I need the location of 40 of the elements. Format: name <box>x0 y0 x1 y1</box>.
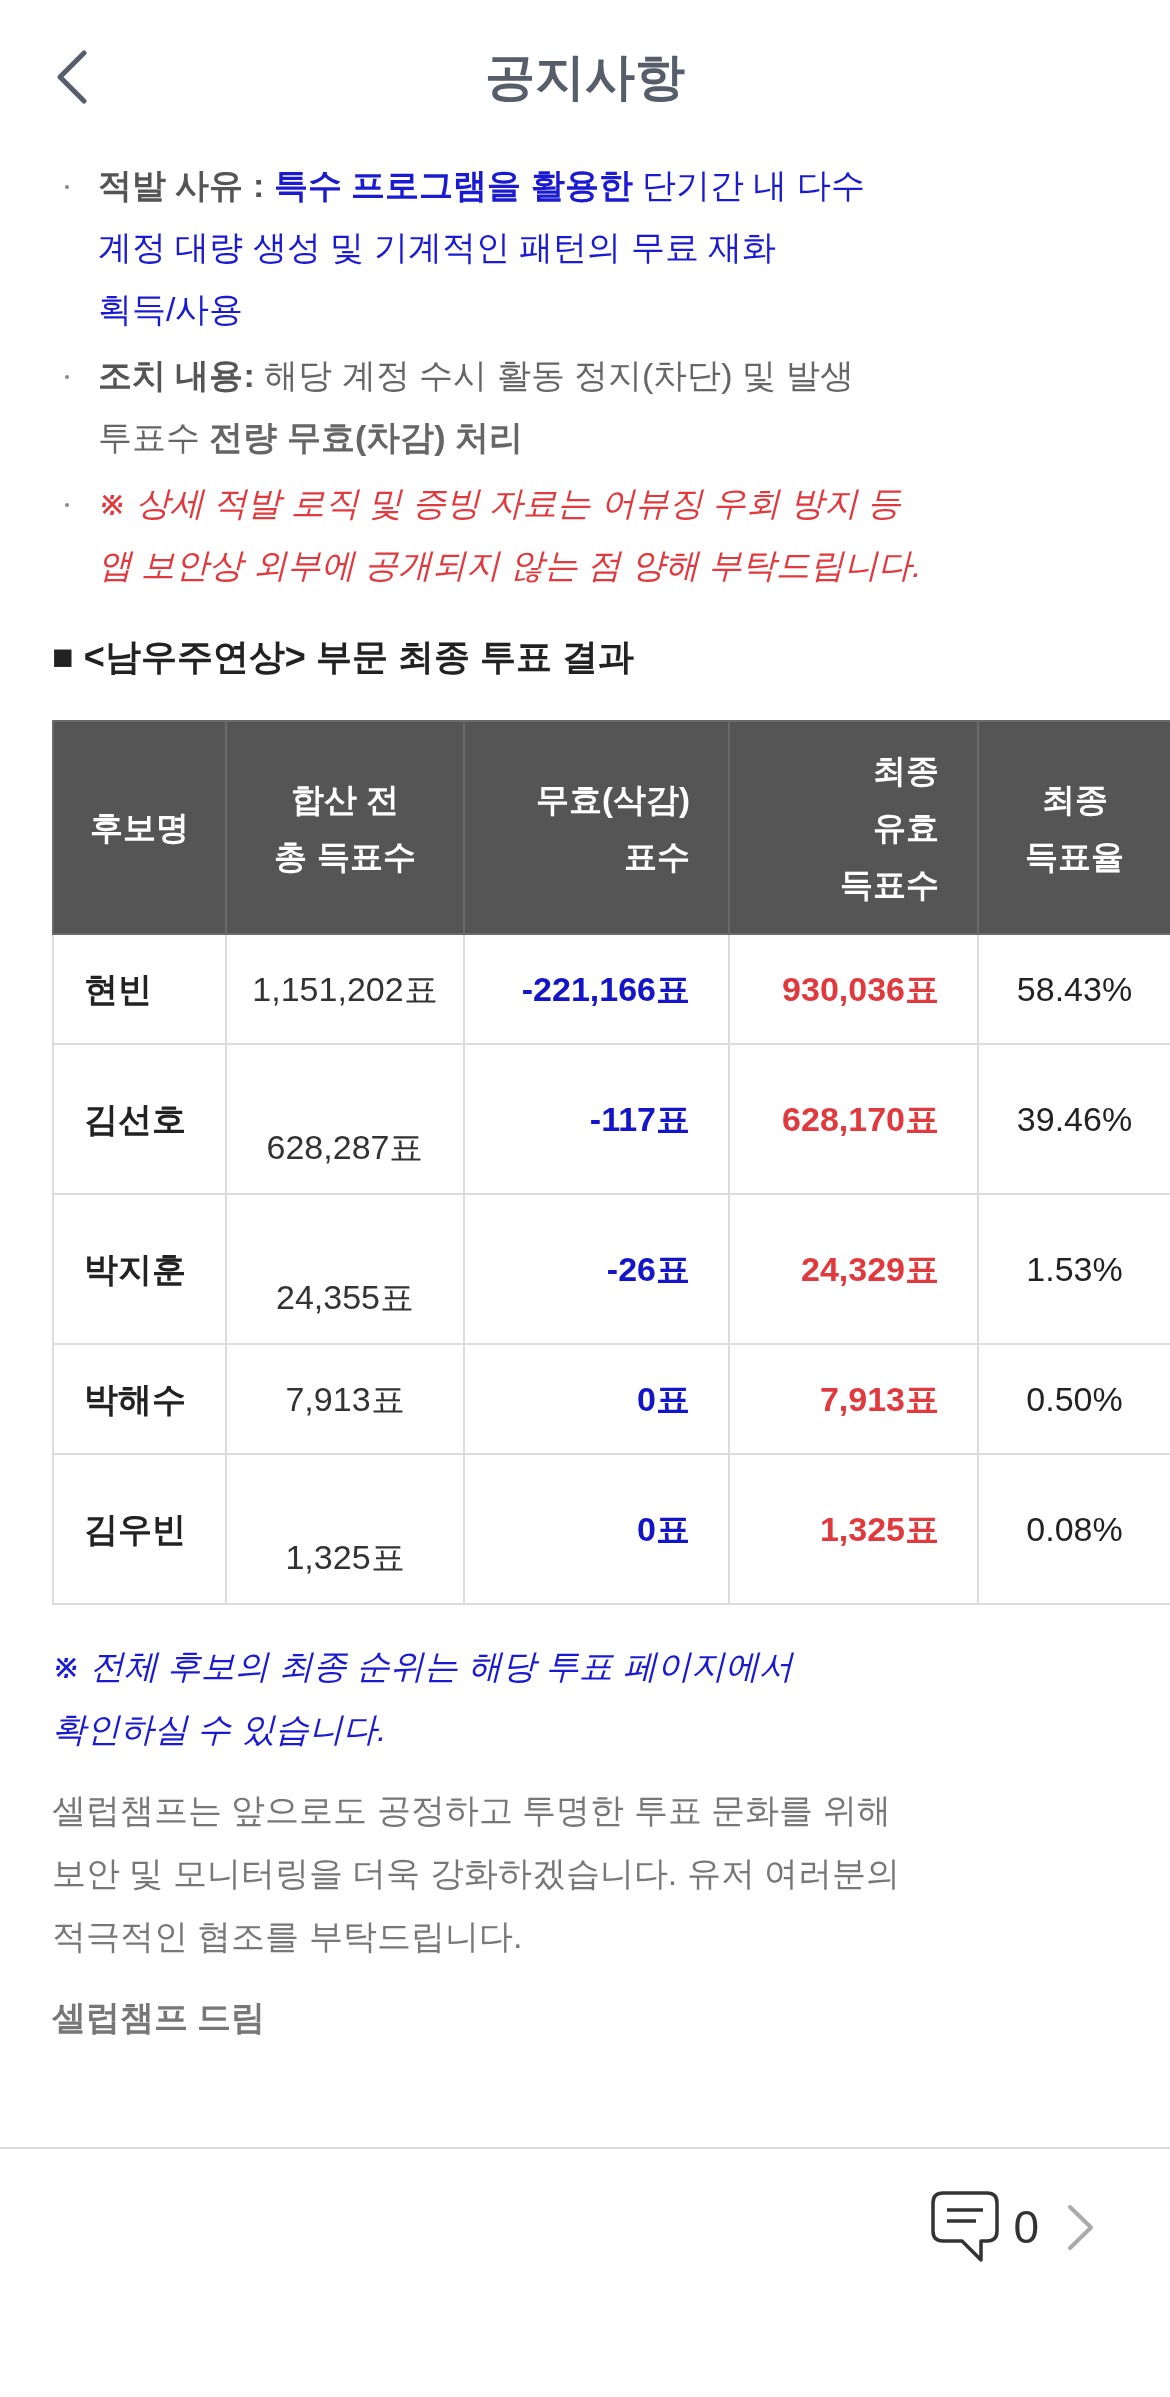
table-cell: -117표 <box>464 1044 729 1194</box>
bullet-icon <box>65 375 69 379</box>
notice-item: ※ 상세 적발 로직 및 증빙 자료는 어뷰징 우회 방지 등 앱 보안상 외부에 공개되지 않는 점 양해 부탁드립니다. <box>98 483 923 586</box>
notice-item: 적발 사유 : 특수 프로그램을 활용한 단기간 내 다수 계정 대량 생성 및 기계적인 패턴의 무료 재화 획득/사용 <box>98 165 866 330</box>
table-cell: 현빈 <box>53 934 226 1044</box>
table-cell: 박해수 <box>53 1344 226 1454</box>
column-header: 후보명 <box>53 721 226 934</box>
body-text: 셀럽챔프는 앞으로도 공정하고 투명한 투표 문화를 위해 보안 및 모니터링을 더욱 강화하겠습니다. 유저 여러분의 적극적인 협조를 부탁드립니다. <box>52 1790 902 1957</box>
table-cell: 박지훈 <box>53 1194 226 1344</box>
chevron-right-icon <box>1067 2203 1094 2251</box>
table-cell: 1,151,202표 <box>226 934 464 1044</box>
back-icon[interactable] <box>56 50 87 104</box>
table-cell: 0표 <box>464 1344 729 1454</box>
comment-icon <box>931 2191 1000 2263</box>
bullet-icon <box>65 185 69 189</box>
table-cell: 1,325표 <box>226 1454 464 1604</box>
page-title: 공지사항 <box>485 47 685 107</box>
table-cell: 628,170표 <box>729 1044 978 1194</box>
table-cell: 24,355표 <box>226 1194 464 1344</box>
table-cell: 628,287표 <box>226 1044 464 1194</box>
table-cell: 7,913표 <box>729 1344 978 1454</box>
table-cell: -26표 <box>464 1194 729 1344</box>
bullet-icon <box>65 503 69 507</box>
table-cell: 930,036표 <box>729 934 978 1044</box>
notice-item: 조치 내용: 해당 계정 수시 활동 정지(차단) 및 발생 투표수 전량 무효(차감) 처리 <box>98 355 855 458</box>
table-cell: 0표 <box>464 1454 729 1604</box>
signature-text: 셀럽챔프 드림 <box>52 1997 267 2038</box>
comments-button[interactable]: 0 <box>931 2191 1094 2263</box>
table-cell: 1,325표 <box>729 1454 978 1604</box>
column-header: 합산 전 총 득표수 <box>226 721 464 934</box>
section-title: ■ <남우주연상> 부문 최종 투표 결과 <box>52 635 635 679</box>
table-cell: 김우빈 <box>53 1454 226 1604</box>
table-cell: -221,166표 <box>464 934 729 1044</box>
table-cell: 24,329표 <box>729 1194 978 1344</box>
table-cell: 7,913표 <box>226 1344 464 1454</box>
column-header: 최종 유효 득표수 <box>729 721 978 934</box>
note-text: ※ 전체 후보의 최종 순위는 해당 투표 페이지에서 확인하실 수 있습니다. <box>52 1646 795 1750</box>
column-header: 무효(삭감) 표수 <box>464 721 729 934</box>
column-header: 최종 득표율 <box>978 721 1170 934</box>
table-cell: 김선호 <box>53 1044 226 1194</box>
